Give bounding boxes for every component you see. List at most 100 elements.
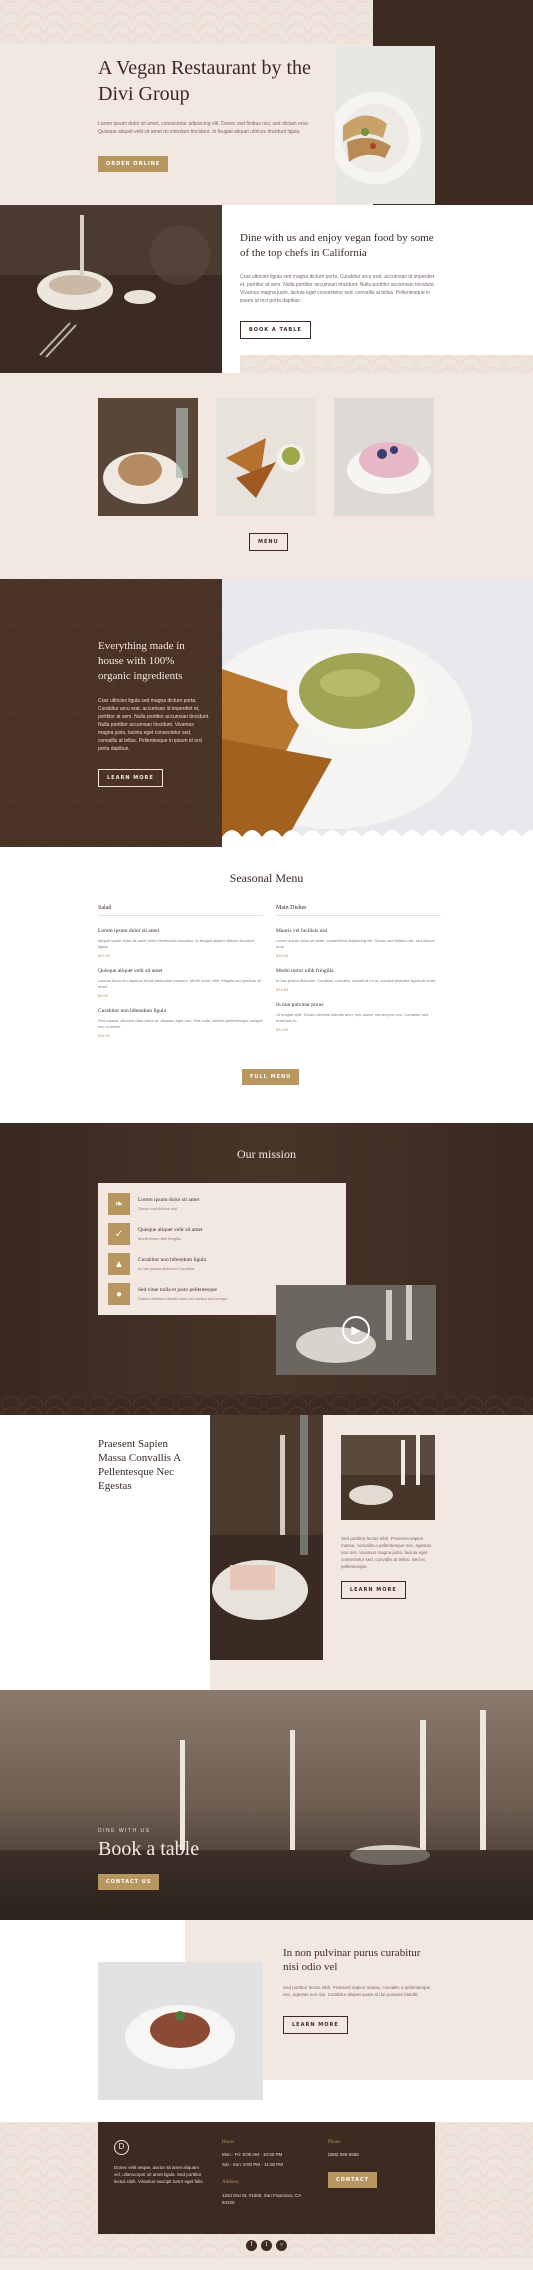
organic-title: Everything made in house with 100% organ… [98, 640, 185, 682]
mission-item-desc: Donec ultricies lobortis arcu nec auctor… [138, 1296, 228, 1301]
menu-item-name: Mauris vel facilisis nisl [276, 928, 328, 934]
footer-phone-title: Phone [328, 2140, 341, 2145]
footer-logo[interactable]: D [114, 2140, 129, 2155]
mission-item-desc: Donec sed finibus nisi [138, 1206, 177, 1211]
mission-video[interactable]: ▶ [276, 1285, 436, 1375]
menu-item-desc: Aliquet quam dolor sit amet enim element… [98, 938, 255, 949]
menu-item: Curabitur non bibendum ligula Sed massa,… [98, 1008, 263, 1038]
footer-panel: D Donec velit neque, auctor sit amet ali… [98, 2122, 435, 2234]
menu-item: Morbi tortor nibh fringilla In hac plate… [276, 968, 441, 992]
play-icon[interactable]: ▶ [342, 1316, 370, 1344]
footer-address: 1234 Divi St. #1000, San Francisco, CA 9… [222, 2193, 302, 2205]
menu-item-desc: In hac platea dictumst. Curabitur conval… [276, 978, 437, 983]
full-menu-button[interactable]: Full menu [242, 1069, 300, 1085]
menu-item-name: Curabitur non bibendum ligula [98, 1008, 166, 1014]
pulvinar-photo-dish [98, 1962, 263, 2100]
mission-title: Our mission [236, 1147, 296, 1161]
praesent-section: Praesent Sapien Massa Convallis A Pellen… [0, 1415, 533, 1690]
hero-pattern [0, 0, 373, 44]
leaf-icon: ❧ [108, 1193, 130, 1215]
book-section: Dine with us Book a table Contact us [0, 1690, 533, 1920]
twitter-icon[interactable]: t [261, 2240, 272, 2251]
book-bg-photo [0, 1690, 533, 1920]
menu-item: Mauris vel facilisis nisl Lorem ipsum do… [276, 928, 441, 958]
seasonal-menu-section: Seasonal Menu Salad Lorem ipsum dolor si… [0, 847, 533, 1123]
footer-address-title: Address [222, 2180, 239, 2185]
contact-us-button[interactable]: Contact us [98, 1874, 160, 1890]
menu-item-price: $11.50 [98, 1033, 110, 1038]
menu-title: Seasonal Menu [229, 871, 304, 885]
menu-button[interactable]: Menu [249, 533, 288, 551]
footer-hours-line: Mon - Fri: 8:00 AM - 10:00 PM [222, 2152, 283, 2157]
footer-about: Donec velit neque, auctor sit amet aliqu… [114, 2165, 204, 2184]
pulvinar-learn-more-button[interactable]: Learn more [283, 2016, 348, 2034]
menu-item-desc: Sed massa, ultricies vitae tortor at, al… [98, 1018, 263, 1029]
hero-section: A Vegan Restaurant by the Divi Group Lor… [0, 0, 533, 205]
praesent-title: Praesent Sapien Massa Convallis A Pellen… [98, 1438, 181, 1492]
mission-item-title: Quisque aliquet velit sit amet [138, 1227, 203, 1233]
mission-item-title: Lorem ipsum dolor sit amet [138, 1197, 200, 1203]
organic-section: Everything made in house with 100% organ… [0, 579, 533, 847]
mission-item-desc: In hac platea dictumst Curabitur [138, 1266, 195, 1271]
organic-learn-more-button[interactable]: Learn more [98, 769, 163, 787]
organic-text: Cras ultricies ligula sed magna dictum p… [98, 698, 210, 752]
mission-item: ▲ Curabitur non bibendum ligula In hac p… [108, 1253, 336, 1275]
gallery-photo-chips [216, 398, 316, 516]
menu-item-name: Quisque aliquet velit sit amet [98, 968, 163, 974]
praesent-learn-more-button[interactable]: Learn more [341, 1581, 406, 1599]
menu-item-desc: Lorem ipsum dolor sit amet, consectetur … [276, 938, 435, 949]
mission-item-title: Curabitur non bibendum ligula [138, 1257, 206, 1263]
menu-item-price: $14.00 [276, 1027, 289, 1032]
book-kicker: Dine with us [98, 1828, 151, 1834]
hero-food-photo [335, 46, 435, 204]
footer-hours-line: Sat - Sun: 8:00 PM - 11:00 PM [222, 2162, 283, 2167]
hero-text: Lorem ipsum dolor sit amet, consectetur … [98, 121, 310, 135]
dine-text: Cras ultricies ligula sed magna dictum p… [240, 274, 436, 304]
dine-title: Dine with us and enjoy vegan food by som… [240, 232, 434, 259]
menu-column-heading: Main Dishes [276, 905, 441, 916]
menu-item-name: Lorem ipsum dolor sit amet [98, 928, 160, 934]
menu-item-name: In non pulvinar purus [276, 1002, 324, 1008]
gallery-photo-donut [334, 398, 434, 516]
mission-item: ✓ Quisque aliquet velit sit amet Morbi t… [108, 1223, 336, 1245]
dine-section: Dine with us and enjoy vegan food by som… [0, 205, 533, 373]
menu-item-desc: Lacinia tortor leo dapibus turpis bibend… [98, 978, 262, 989]
menu-item: Quisque aliquet velit sit amet Lacinia t… [98, 968, 263, 998]
book-a-table-button[interactable]: Book a table [240, 321, 311, 339]
menu-item: In non pulvinar purus Ut feugiat velit. … [276, 1002, 441, 1032]
menu-item-name: Morbi tortor nibh fringilla [276, 968, 334, 974]
menu-column-main: Main Dishes Mauris vel facilisis nisl Lo… [276, 905, 441, 1032]
menu-item-price: $16.00 [276, 953, 289, 958]
footer-hours-title: Hours [222, 2140, 235, 2145]
mission-item-title: Sed vitae nulla et justo pellentesque [138, 1287, 217, 1293]
praesent-text: Sed porttitor lectus nibh. Praesent sapi… [341, 1536, 432, 1569]
praesent-photo-table [210, 1415, 323, 1660]
footer-contact-button[interactable]: Contact [328, 2172, 378, 2188]
menu-item: Lorem ipsum dolor sit amet Aliquet quam … [98, 928, 263, 958]
menu-item-price: $12.00 [98, 953, 111, 958]
menu-item-price: $18.50 [276, 987, 289, 992]
menu-item-desc: Ut feugiat velit. Donec ultricies lobort… [276, 1012, 429, 1023]
gallery-photo-bread [98, 398, 198, 516]
footer-section: D Donec velit neque, auctor sit amet ali… [0, 2122, 533, 2258]
carrot-icon: ▲ [108, 1253, 130, 1275]
pulvinar-title: In non pulvinar purus curabitur nisi odi… [283, 1947, 421, 1973]
instagram-icon[interactable]: ○ [276, 2240, 287, 2251]
menu-column-heading: Salad [98, 905, 263, 916]
menu-item-price: $9.00 [98, 993, 109, 998]
dine-pattern [240, 355, 533, 373]
pulvinar-text: Sed porttitor lectus nibh. Praesent sapi… [283, 1985, 431, 1997]
gallery-section: Menu [0, 373, 533, 579]
mission-item-desc: Morbi tortor nibh fringilla [138, 1236, 181, 1241]
mission-section: Our mission ❧ Lorem ipsum dolor sit amet… [0, 1123, 533, 1415]
facebook-icon[interactable]: f [246, 2240, 257, 2251]
onion-icon: ● [108, 1283, 130, 1305]
dine-photo [0, 205, 222, 373]
footer-phone[interactable]: (555) 555-5555 [328, 2152, 359, 2157]
social-links: f t ○ [246, 2240, 287, 2251]
pulvinar-section: In non pulvinar purus curabitur nisi odi… [0, 1920, 533, 2122]
order-online-button[interactable]: Order Online [98, 156, 169, 172]
praesent-photo-candles [341, 1435, 435, 1520]
organic-photo-guacamole [222, 579, 533, 847]
book-title: Book a table [98, 1838, 200, 1860]
